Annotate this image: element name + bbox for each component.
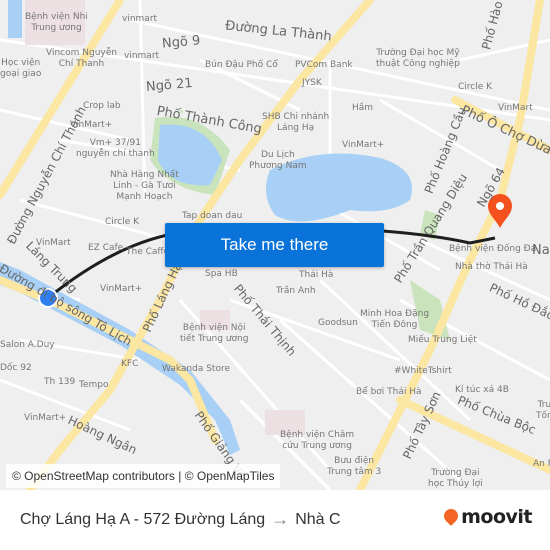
- footer: Chợ Láng Hạ A - 572 Đường Láng → Nhà C m…: [0, 490, 550, 550]
- poi-tempo: Tempo: [79, 380, 109, 390]
- poi-hoc-vien: Học viện goại giao: [0, 58, 42, 79]
- poi-ez-cafe: EZ Cafe: [88, 243, 124, 253]
- poi-truong-thuy-loi: Trường Đại học Thủy lợi: [428, 468, 483, 489]
- poi-doc-92: Dốc 92: [0, 363, 32, 373]
- poi-vinmart-plus-2: VinMart+: [100, 284, 143, 294]
- poi-th-139: Th 139: [44, 377, 76, 387]
- poi-vm-3791: Vm+ 37/91 nguyễn chí thanh: [76, 138, 155, 159]
- poi-kfc: KFC: [121, 359, 139, 369]
- map-attribution[interactable]: © OpenStreetMap contributors | © OpenMap…: [6, 464, 281, 488]
- poi-ham: Hầm: [352, 103, 374, 113]
- poi-thai-ha: Thái Hà: [299, 270, 334, 280]
- poi-the-caffe: The Caffe: [126, 247, 170, 257]
- poi-benh-vien-cham-cuu: Bệnh viện Châm cứu Trung ương: [280, 430, 355, 451]
- poi-benh-vien-dong-da: Bệnh viện Đống Đa: [449, 244, 537, 254]
- poi-wakanda: Wakanda Store: [162, 364, 230, 374]
- street-ngo-21: Ngõ 21: [145, 75, 194, 96]
- street-ngo-9: Ngõ 9: [161, 33, 201, 52]
- origin-label: Chợ Láng Hạ A - 572 Đường Láng: [20, 510, 266, 528]
- poi-vinmart-right: VinMart: [498, 103, 533, 113]
- poi-bun-dau: Bún Đậu Phố Cổ: [205, 60, 278, 70]
- map[interactable]: Bệnh viện Nhi Trung ương vinmart Ngõ 9 Đ…: [0, 0, 550, 490]
- poi-salon: Salon A.Duy: [0, 340, 55, 350]
- poi-vincom: Vincom Nguyễn Chí Thanh: [46, 48, 117, 69]
- route-summary: Chợ Láng Hạ A - 572 Đường Láng → Nhà C: [20, 509, 341, 530]
- poi-vinmart-2: vinmart: [124, 51, 160, 61]
- poi-dai-hoc-my-thuat: Trường Đại học Mỹ thuật Công nghiệp: [376, 48, 460, 69]
- poi-vinmart: vinmart: [122, 14, 158, 24]
- moovit-logo[interactable]: moovit: [441, 506, 532, 528]
- poi-white-tshirt: #WhiteTshirt: [394, 366, 452, 376]
- poi-jysk: JYSK: [302, 78, 322, 88]
- poi-goodsun: Goodsun: [318, 318, 358, 328]
- poi-pvcom: PVCom Bank: [295, 60, 353, 70]
- poi-buu-dien: Bưu điện Trung tâm 3: [327, 456, 382, 477]
- poi-nha-hang: Nhà Hàng Nhất Linh - Gà Tươi Mạnh Hoạch: [110, 170, 179, 202]
- poi-tap-doan-dau: Tap doan dau: [182, 211, 243, 221]
- poi-vinmart-plus-lake: VinMart+: [342, 140, 385, 150]
- brand-name: moovit: [461, 506, 532, 528]
- arrow-right-icon: →: [271, 509, 290, 529]
- poi-be-boi: Bể bơi Thái Hà: [356, 387, 422, 397]
- poi-tran-anh: Trần Anh: [276, 286, 316, 296]
- poi-nha-tho-thai-ha: Nhà thờ Thái Hà: [455, 262, 528, 272]
- poi-du-lich: Du Lịch Phương Nam: [249, 150, 307, 171]
- destination-label: Nhà C: [295, 510, 341, 528]
- take-me-there-button[interactable]: Take me there: [165, 223, 384, 267]
- poi-benh-vien-nhi: Bệnh viện Nhi Trung ương: [25, 12, 88, 33]
- poi-circle-k-2: Circle K: [105, 217, 140, 227]
- poi-spa-hb: Spa HB: [205, 269, 238, 279]
- poi-an-p: An P: [533, 459, 550, 469]
- poi-minh-hoa: Minh Hoa Đặng Tiến Đông: [360, 309, 430, 330]
- poi-circle-k: Circle K: [458, 82, 493, 92]
- poi-benh-vien-noi-tiet: Bệnh viện Nội tiết Trung ương: [180, 323, 249, 344]
- moovit-pin-icon: [441, 506, 462, 526]
- label-na: Na: [532, 243, 550, 258]
- poi-shb: SHB Chi nhánh Láng Hạ: [262, 112, 330, 133]
- poi-mieu-trung-liet: Miếu Trung Liệt: [408, 335, 477, 345]
- poi-tru: Tru Tốn: [536, 400, 550, 421]
- poi-vinmart-plus-3: VinMart+: [24, 413, 67, 423]
